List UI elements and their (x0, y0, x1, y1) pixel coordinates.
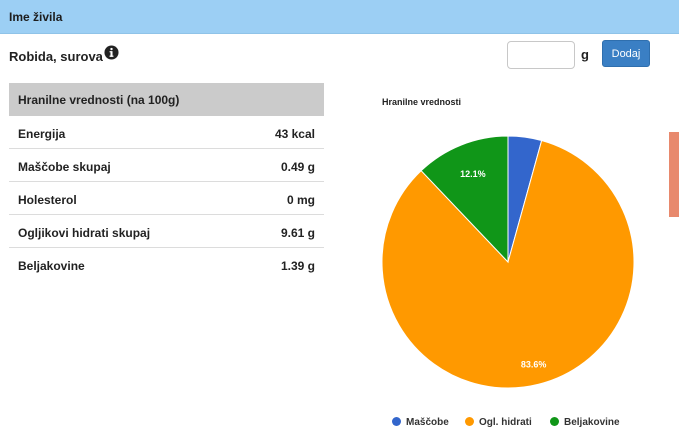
add-button[interactable]: Dodaj (602, 40, 650, 67)
info-circle-icon[interactable] (104, 45, 119, 60)
row-label: Beljakovine (18, 259, 85, 273)
row-label: Energija (18, 127, 66, 141)
row-value: 0 mg (286, 193, 315, 207)
table-row: Holesterol 0 mg (9, 182, 324, 215)
legend-item[interactable]: Ogl. hidrati (465, 417, 532, 428)
row-value: 1.39 g (280, 259, 315, 273)
legend-label: Beljakovine (564, 417, 620, 428)
legend-label: Ogl. hidrati (479, 417, 532, 428)
food-name: Robida, surova (9, 49, 103, 64)
legend-marker (550, 417, 559, 426)
pie-chart: 83.6% 12.1% (381, 135, 635, 389)
legend-item[interactable]: Maščobe (392, 417, 449, 428)
table-row: Beljakovine 1.39 g (9, 248, 324, 281)
scrollbar-thumb[interactable] (669, 132, 679, 217)
legend-marker (392, 417, 401, 426)
row-value: 0.49 g (280, 160, 315, 174)
legend-marker (465, 417, 474, 426)
legend-label: Maščobe (406, 417, 449, 428)
table-row: Energija 43 kcal (9, 116, 324, 149)
header-title: Ime živila (9, 10, 63, 24)
nutrition-table-header: Hranilne vrednosti (na 100g) (9, 83, 324, 116)
pie-slice-label: 12.1% (460, 169, 486, 179)
row-label: Holesterol (18, 193, 77, 207)
legend-item[interactable]: Beljakovine (550, 417, 620, 428)
header-bar: Ime živila (0, 0, 679, 34)
row-value: 43 kcal (274, 127, 315, 141)
row-label: Ogljikovi hidrati skupaj (18, 226, 151, 240)
unit-label: g (581, 47, 589, 62)
quantity-input[interactable] (507, 41, 575, 69)
nutrition-table: Hranilne vrednosti (na 100g) Energija 43… (9, 83, 324, 281)
pie-slice-label: 83.6% (521, 360, 547, 370)
row-value: 9.61 g (280, 226, 315, 240)
chart-title: Hranilne vrednosti (382, 97, 462, 107)
table-row: Ogljikovi hidrati skupaj 9.61 g (9, 215, 324, 248)
row-label: Maščobe skupaj (18, 160, 111, 174)
table-row: Maščobe skupaj 0.49 g (9, 149, 324, 182)
